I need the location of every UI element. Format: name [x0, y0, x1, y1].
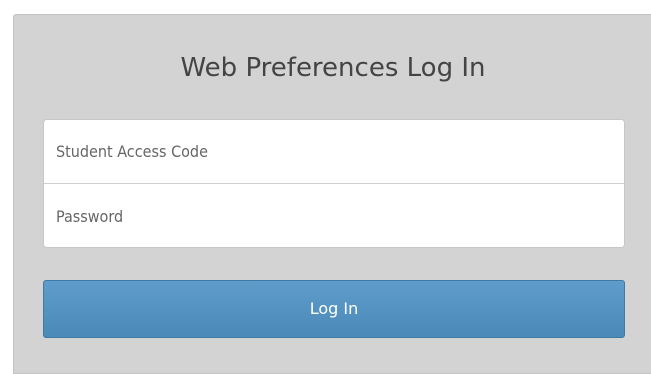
login-panel: Web Preferences Log In Log In: [13, 14, 651, 374]
student-access-code-input[interactable]: [44, 120, 624, 184]
page: Web Preferences Log In Log In: [0, 0, 651, 374]
login-title: Web Preferences Log In: [180, 53, 486, 83]
credentials-field-group: [43, 119, 625, 248]
login-button[interactable]: Log In: [43, 280, 625, 338]
password-input[interactable]: [44, 184, 624, 247]
